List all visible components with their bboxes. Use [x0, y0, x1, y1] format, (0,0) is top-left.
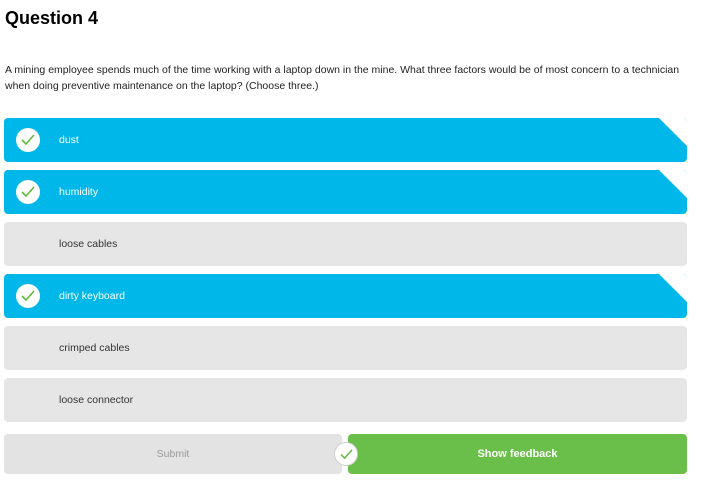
answer-options: dust humidity loose cables dirty keyboar…: [4, 118, 687, 430]
selected-corner-marker: [659, 274, 687, 302]
selected-corner-marker: [659, 170, 687, 198]
answer-option-humidity[interactable]: humidity: [4, 170, 687, 214]
question-prompt: A mining employee spends much of the tim…: [5, 64, 680, 92]
checkmark-icon: [16, 128, 40, 152]
answer-option-label: crimped cables: [59, 342, 130, 354]
answer-option-loose-connector[interactable]: loose connector: [4, 378, 687, 422]
checkmark-icon: [16, 284, 40, 308]
answer-option-dirty-keyboard[interactable]: dirty keyboard: [4, 274, 687, 318]
answer-option-dust[interactable]: dust: [4, 118, 687, 162]
checkmark-icon: [16, 180, 40, 204]
show-feedback-button[interactable]: Show feedback: [348, 434, 687, 474]
answer-option-label: dust: [59, 134, 79, 146]
action-buttons: Submit Show feedback: [4, 434, 687, 474]
answer-option-loose-cables[interactable]: loose cables: [4, 222, 687, 266]
selected-corner-marker: [659, 118, 687, 146]
quiz-page: Question 4 A mining employee spends much…: [0, 0, 701, 486]
answer-option-label: loose connector: [59, 394, 134, 406]
answer-option-label: dirty keyboard: [59, 290, 125, 302]
checkmark-circle-icon: [334, 442, 358, 466]
answer-option-label: humidity: [59, 186, 99, 198]
answer-option-crimped-cables[interactable]: crimped cables: [4, 326, 687, 370]
question-title: Question 4: [5, 8, 99, 28]
submit-button[interactable]: Submit: [4, 434, 342, 474]
answer-option-label: loose cables: [59, 238, 118, 250]
